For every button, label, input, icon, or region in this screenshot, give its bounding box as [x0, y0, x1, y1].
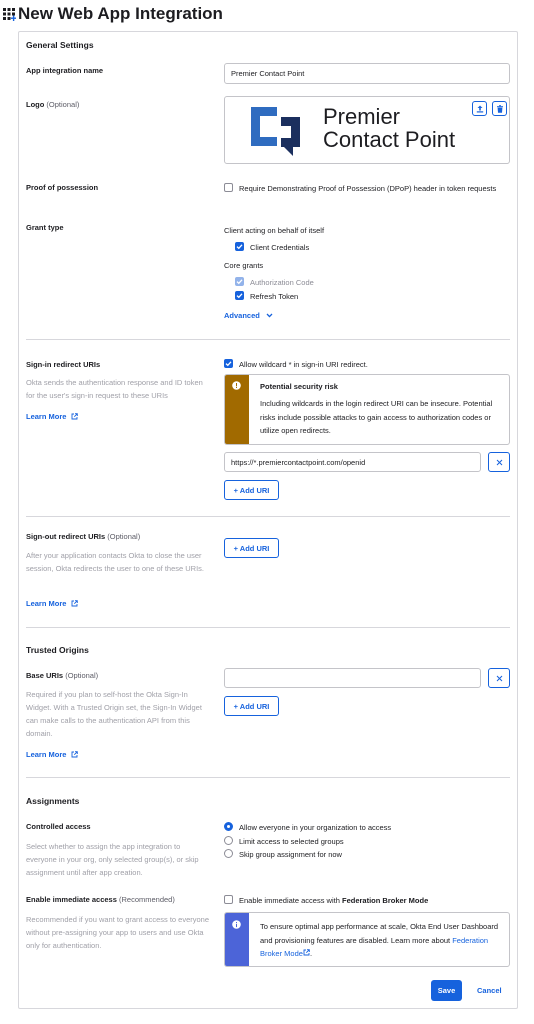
logo-label: Logo (Optional)	[26, 100, 80, 109]
authorization-code-checkbox	[235, 277, 244, 286]
check-icon	[236, 244, 243, 250]
app-name-label: App integration name	[26, 66, 104, 75]
client-credentials-label: Client Credentials	[250, 243, 310, 252]
authorization-code-label: Authorization Code	[250, 278, 314, 287]
signin-uri-input[interactable]: https://*.premiercontactpoint.com/openid	[224, 452, 481, 472]
warning-icon	[232, 381, 241, 390]
client-credentials-checkbox[interactable]	[235, 242, 244, 251]
signin-redirect-label: Sign-in redirect URIs	[26, 360, 101, 369]
check-icon	[225, 361, 232, 367]
company-logo-mark	[251, 107, 300, 156]
access-everyone-radio[interactable]	[224, 822, 233, 831]
trusted-add-uri-button[interactable]: + Add URI	[224, 696, 279, 716]
advanced-label: Advanced	[224, 311, 260, 320]
grant-group-core-label: Core grants	[224, 261, 264, 270]
cancel-button[interactable]: Cancel	[477, 986, 502, 995]
trash-icon	[496, 104, 503, 113]
learn-more-text: Learn More	[26, 599, 67, 608]
external-link-icon	[71, 413, 79, 420]
upload-icon	[476, 105, 483, 112]
dpop-checkbox-label: Require Demonstrating Proof of Possessio…	[239, 184, 497, 193]
upload-logo-button[interactable]	[472, 101, 487, 116]
controlled-access-help: Select whether to assign the app integra…	[26, 842, 199, 877]
refresh-token-checkbox[interactable]	[235, 291, 244, 300]
save-button[interactable]: Save	[431, 980, 462, 1001]
close-icon	[496, 459, 502, 465]
pop-label: Proof of possession	[26, 183, 99, 192]
divider	[26, 777, 510, 778]
external-link-icon	[303, 949, 310, 956]
divider	[26, 339, 510, 340]
federation-info-callout: To ensure optimal app performance at sca…	[224, 912, 510, 967]
trusted-learn-more-link[interactable]: Learn More	[26, 750, 79, 759]
signout-redirect-label: Sign-out redirect URIs (Optional)	[26, 532, 141, 541]
remove-signin-uri-button[interactable]	[488, 452, 510, 472]
immediate-access-help: Recommended if you want to grant access …	[26, 915, 210, 950]
trusted-origins-heading: Trusted Origins	[26, 645, 89, 655]
assignments-heading: Assignments	[26, 796, 80, 806]
immediate-access-checkbox-label: Enable immediate access with Federation …	[239, 896, 429, 905]
access-groups-radio[interactable]	[224, 836, 233, 845]
base-uri-input[interactable]	[224, 668, 481, 688]
external-link-icon	[71, 600, 79, 607]
controlled-access-label: Controlled access	[26, 822, 91, 831]
check-icon	[236, 279, 243, 285]
security-warning-callout: Potential security risk Including wildca…	[224, 374, 510, 445]
grant-type-label: Grant type	[26, 223, 64, 232]
grid-plus-icon	[3, 8, 16, 21]
skip-assignment-radio[interactable]	[224, 849, 233, 858]
immediate-access-label: Enable immediate access (Recommended)	[26, 895, 175, 904]
learn-more-text: Learn More	[26, 412, 67, 421]
immediate-access-checkbox[interactable]	[224, 895, 233, 904]
page-title: New Web App Integration	[18, 4, 223, 23]
delete-logo-button[interactable]	[492, 101, 507, 116]
access-groups-label: Limit access to selected groups	[239, 837, 344, 846]
grant-group-client-label: Client acting on behalf of itself	[224, 226, 325, 235]
app-name-input[interactable]: Premier Contact Point	[224, 63, 510, 84]
warning-title: Potential security risk	[260, 382, 338, 391]
info-icon	[232, 920, 241, 929]
signout-redirect-help: After your application contacts Okta to …	[26, 551, 205, 573]
general-settings-heading: General Settings	[26, 40, 94, 50]
signout-add-uri-button[interactable]: + Add URI	[224, 538, 279, 558]
chevron-down-icon	[266, 313, 273, 318]
signin-redirect-help: Okta sends the authentication response a…	[26, 378, 203, 400]
signin-add-uri-button[interactable]: + Add URI	[224, 480, 279, 500]
warning-body: Including wildcards in the login redirec…	[260, 399, 493, 435]
divider	[26, 516, 510, 517]
advanced-toggle[interactable]: Advanced	[224, 311, 273, 320]
base-uris-label: Base URIs (Optional)	[26, 671, 99, 680]
check-icon	[236, 293, 243, 299]
learn-more-text: Learn More	[26, 750, 67, 759]
dpop-checkbox[interactable]	[224, 183, 233, 192]
company-logo-text: Premier Contact Point	[323, 104, 456, 152]
allow-wildcard-label: Allow wildcard * in sign-in URI redirect…	[239, 360, 368, 369]
logo-upload-area[interactable]: Premier Contact Point	[224, 96, 510, 164]
skip-assignment-label: Skip group assignment for now	[239, 850, 342, 859]
allow-wildcard-checkbox[interactable]	[224, 359, 233, 368]
refresh-token-label: Refresh Token	[250, 292, 299, 301]
access-everyone-label: Allow everyone in your organization to a…	[239, 823, 392, 832]
signin-learn-more-link[interactable]: Learn More	[26, 412, 79, 421]
signout-learn-more-link[interactable]: Learn More	[26, 599, 79, 608]
base-uris-help: Required if you plan to self-host the Ok…	[26, 690, 202, 738]
remove-base-uri-button[interactable]	[488, 668, 510, 688]
info-text: To ensure optimal app performance at sca…	[260, 922, 499, 958]
close-icon	[496, 675, 502, 681]
external-link-icon	[71, 751, 79, 758]
divider	[26, 627, 510, 628]
